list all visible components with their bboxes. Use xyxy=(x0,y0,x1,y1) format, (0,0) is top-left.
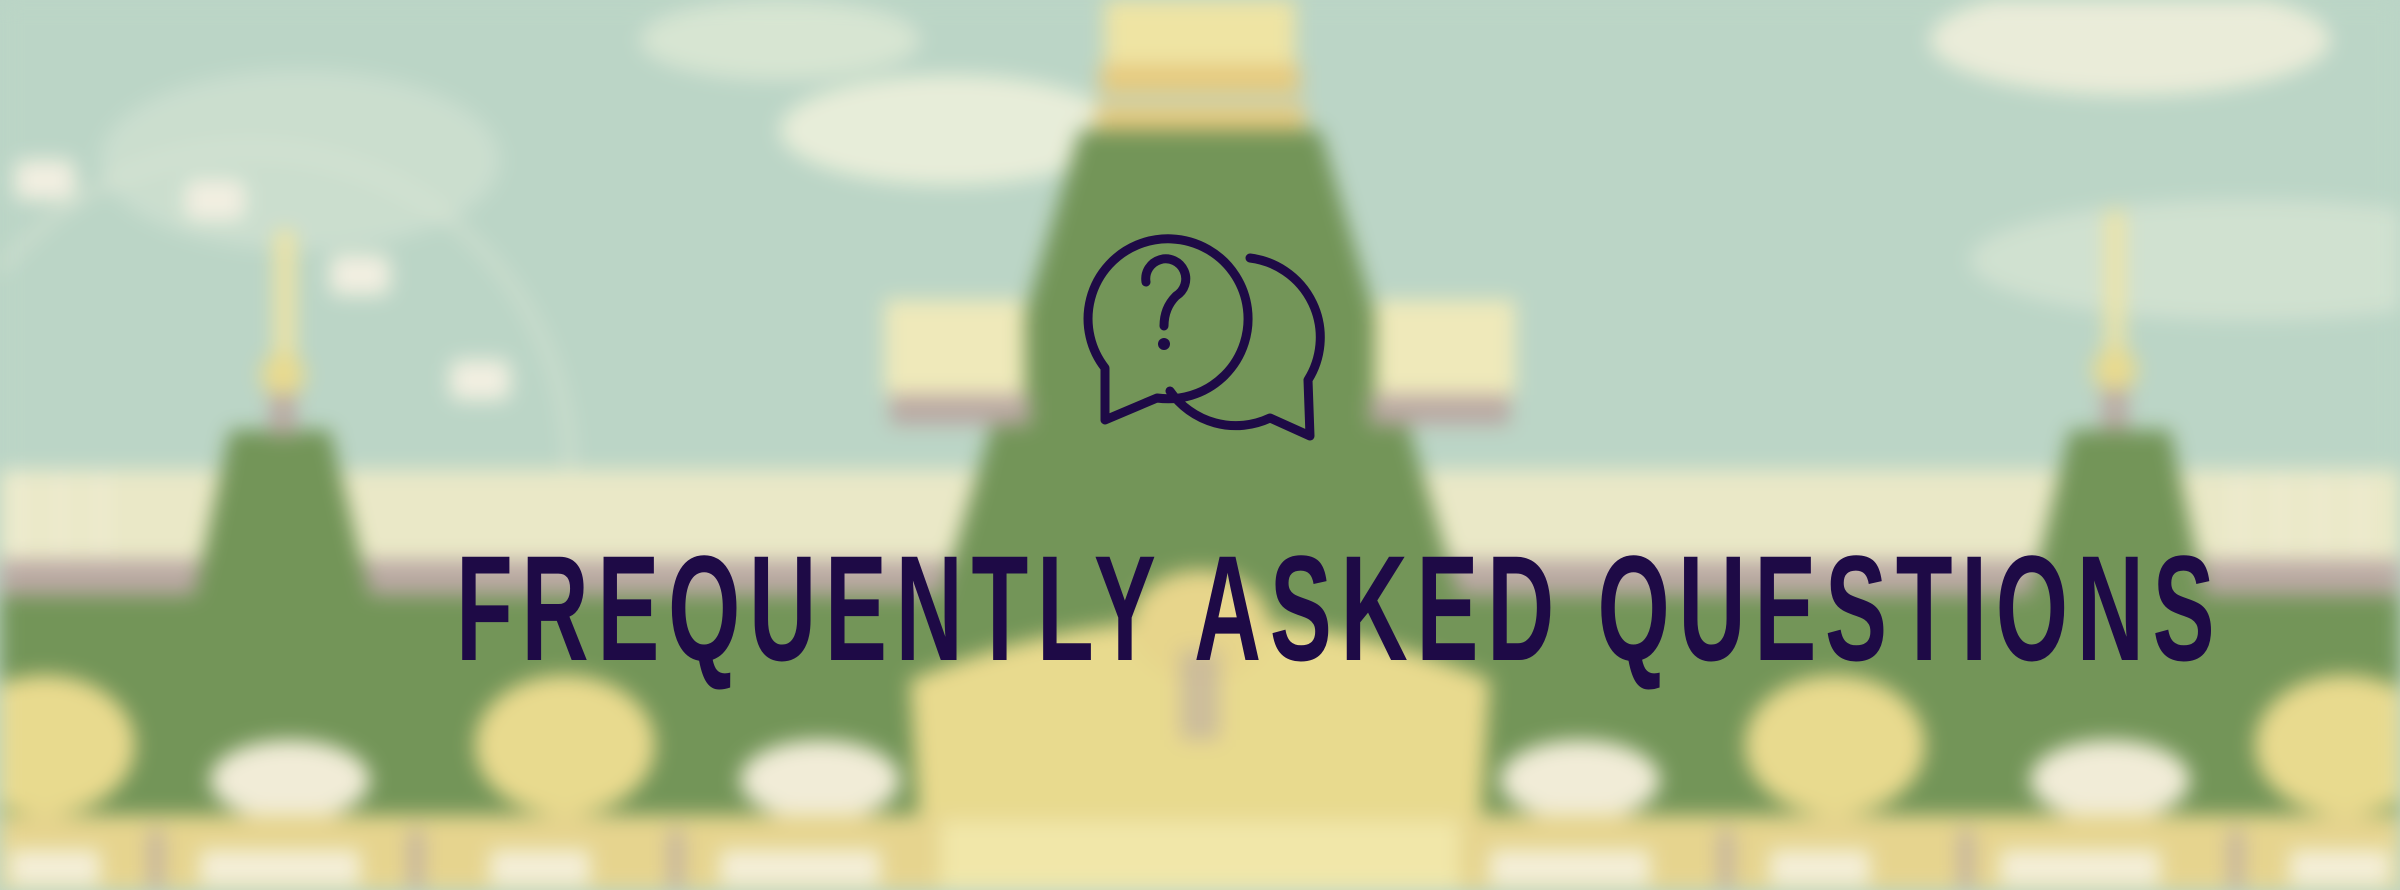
page-title: FREQUENTLY ASKED QUESTIONS xyxy=(456,523,2224,692)
faq-hero-banner: FREQUENTLY ASKED QUESTIONS xyxy=(0,0,2400,890)
question-chat-bubbles-icon xyxy=(1060,198,1340,453)
